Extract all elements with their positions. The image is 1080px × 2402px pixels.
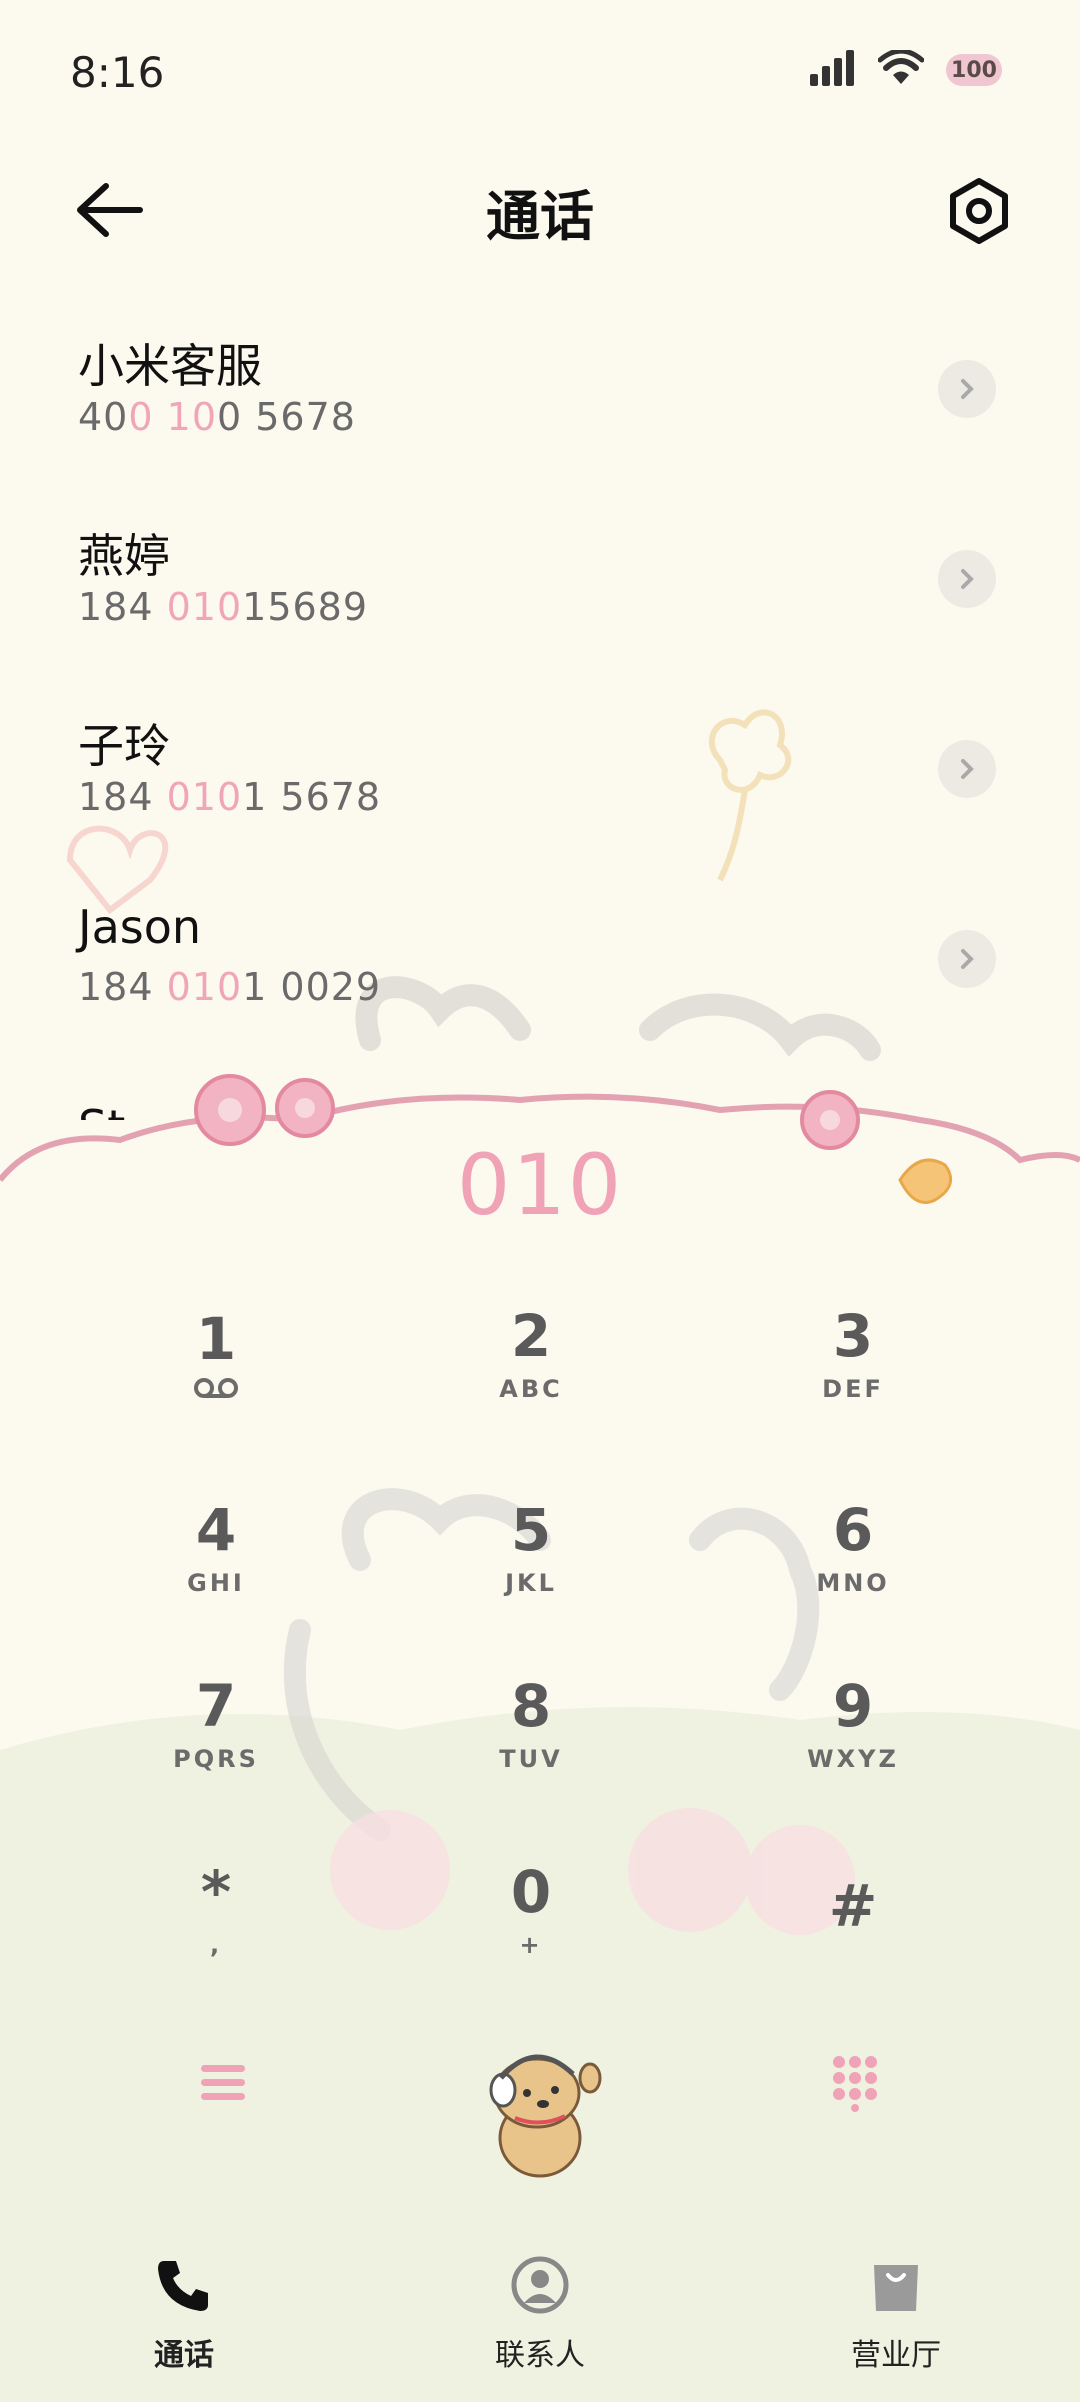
key-2[interactable]: 2 ABC — [421, 1280, 641, 1430]
status-icons: 100 — [810, 48, 1002, 90]
tab-contacts[interactable]: 联系人 — [440, 2250, 640, 2374]
key-star[interactable]: * , — [106, 1836, 326, 1986]
contact-number: 184 0101 0029 — [78, 965, 382, 1009]
settings-button[interactable] — [944, 176, 1014, 246]
contact-detail-button[interactable] — [938, 360, 996, 418]
menu-icon — [201, 2065, 245, 2100]
status-time: 8:16 — [70, 48, 165, 97]
person-icon — [511, 2256, 569, 2314]
dialpad-icon — [833, 2056, 877, 2112]
contact-name: 燕婷 — [78, 529, 170, 583]
contact-name: 子玲 — [78, 719, 170, 773]
contact-row[interactable]: 燕婷 184 01015689 — [0, 490, 1080, 680]
signal-icon — [810, 50, 856, 90]
contact-number: 184 01015689 — [78, 585, 369, 629]
page-title: 通话 — [486, 185, 594, 248]
bottom-nav: 通话 联系人 营业厅 — [0, 2240, 1080, 2402]
contact-detail-button[interactable] — [938, 550, 996, 608]
chevron-right-icon — [961, 379, 974, 399]
contact-name: 小米客服 — [78, 339, 262, 393]
tab-store[interactable]: 营业厅 — [796, 2250, 996, 2374]
tab-calls[interactable]: 通话 — [84, 2250, 284, 2374]
key-hash[interactable]: # — [743, 1836, 963, 1986]
contact-number: 184 0101 5678 — [78, 775, 382, 819]
key-3[interactable]: 3 DEF — [743, 1280, 963, 1430]
menu-button[interactable] — [178, 2038, 268, 2128]
key-1[interactable]: 1 — [106, 1280, 326, 1430]
key-8[interactable]: 8 TUV — [421, 1650, 641, 1800]
contact-row[interactable]: Jason 184 0101 0029 — [0, 870, 1080, 1060]
key-4[interactable]: 4 GHI — [106, 1474, 326, 1624]
dog-mascot-icon — [489, 2054, 602, 2178]
keypad-toggle-button[interactable] — [810, 2038, 900, 2128]
contact-detail-button[interactable] — [938, 930, 996, 988]
key-9[interactable]: 9 WXYZ — [743, 1650, 963, 1800]
battery-icon: 100 — [946, 54, 1002, 86]
call-button[interactable] — [465, 2038, 615, 2188]
shopping-bag-icon — [874, 2265, 918, 2311]
contact-row[interactable]: 子玲 184 0101 5678 — [0, 680, 1080, 870]
gear-icon — [950, 178, 1008, 244]
key-7[interactable]: 7 PQRS — [106, 1650, 326, 1800]
key-6[interactable]: 6 MNO — [743, 1474, 963, 1624]
contact-detail-button[interactable] — [938, 740, 996, 798]
key-5[interactable]: 5 JKL — [421, 1474, 641, 1624]
contact-row[interactable]: 小米客服 400 100 5678 — [0, 300, 1080, 490]
contact-number: 400 100 5678 — [78, 395, 356, 439]
phone-icon — [158, 2261, 208, 2311]
chevron-right-icon — [961, 569, 974, 589]
chevron-right-icon — [961, 949, 974, 969]
wifi-icon — [877, 48, 925, 90]
voicemail-icon — [194, 1378, 238, 1398]
contact-name: Jason — [78, 900, 202, 954]
dialed-number: 010 — [456, 1136, 624, 1234]
chevron-right-icon — [961, 759, 974, 779]
key-0[interactable]: 0 + — [421, 1836, 641, 1986]
